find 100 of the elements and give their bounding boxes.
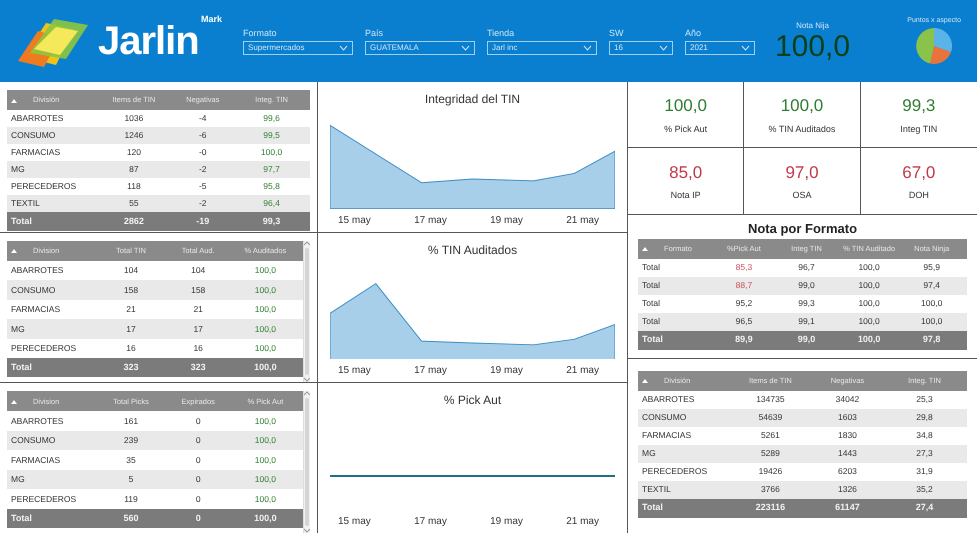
kpi-value: 100,0 <box>780 95 824 117</box>
table-cell: -4 <box>198 112 207 125</box>
table-cell: 1443 <box>838 447 857 460</box>
table-cell: MG <box>642 447 656 460</box>
scroll-up-icon[interactable] <box>304 240 310 246</box>
sort-icon[interactable] <box>11 249 17 254</box>
table-cell: 34,8 <box>916 429 933 442</box>
table-cell-text: Total <box>11 214 32 228</box>
table-cell: 1246 <box>124 129 144 142</box>
table-cell-text: 223116 <box>756 501 786 514</box>
table-cell: 5261 <box>760 429 780 442</box>
table-cell: TEXTIL <box>11 197 40 210</box>
kpi-value: 99,3 <box>902 95 936 117</box>
table-cell-text: 99,3 <box>262 214 280 228</box>
filter-dropdown[interactable]: 16 <box>609 40 673 55</box>
table-cell-text: Total <box>11 512 32 525</box>
axis-label: 21 may <box>566 364 599 378</box>
table-cell: 100,0 <box>254 414 276 428</box>
filter-dropdown[interactable]: GUATEMALA <box>365 40 475 55</box>
table-cell: 0 <box>196 454 201 466</box>
kpi-value: 67,0 <box>902 162 936 184</box>
filter-label: SW <box>609 27 624 40</box>
table-cell: CONSUMO <box>11 284 56 296</box>
table-cell: CONSUMO <box>642 411 686 424</box>
filter-dropdown[interactable]: Supermercados <box>243 40 353 55</box>
chevron-down-icon <box>339 44 348 51</box>
filter-label: País <box>365 27 384 40</box>
table-cell: 6203 <box>838 465 857 478</box>
scrollbar[interactable] <box>303 391 310 533</box>
table-cell: 120 <box>126 146 141 159</box>
sort-icon[interactable] <box>642 247 648 252</box>
table-cell: 96,4 <box>263 197 280 210</box>
table-cell: -2 <box>198 163 207 176</box>
chevron-down-icon <box>741 44 750 51</box>
axis-label: 15 may <box>338 214 371 228</box>
table-cell: FARMACIAS <box>11 146 60 159</box>
table-cell: 0 <box>196 414 201 428</box>
scroll-down-icon[interactable] <box>304 377 310 382</box>
table-cell: Total <box>642 279 660 292</box>
table-cell: PERECEDEROS <box>11 342 76 355</box>
table-cell: TEXTIL <box>642 483 671 496</box>
sort-icon[interactable] <box>642 379 648 384</box>
table-title: Nota por Formato <box>746 220 858 238</box>
table-cell: -2 <box>198 197 207 210</box>
filter-dropdown[interactable]: Jarl inc <box>487 40 597 55</box>
kpi-label: Nota IP <box>670 189 701 202</box>
table-cell: 99,6 <box>263 112 280 125</box>
kpi-label: OSA <box>792 189 812 202</box>
axis-label: 19 may <box>490 364 523 378</box>
table-cell: 100,0 <box>254 342 276 355</box>
table-cell: ABARROTES <box>11 264 64 277</box>
table-cell: 100,0 <box>254 454 276 466</box>
table-cell: 100,0 <box>254 434 276 447</box>
table-cell: 118 <box>127 180 141 193</box>
table-cell-text: Total <box>11 360 32 374</box>
chevron-down-icon <box>461 44 470 51</box>
table-cell: 99,5 <box>263 129 280 142</box>
table-cell-text: 323 <box>123 360 138 374</box>
kpi-value: 97,0 <box>785 162 819 184</box>
table-cell: -6 <box>198 129 207 142</box>
scroll-up-icon[interactable] <box>304 391 310 396</box>
kpi-value: 100,0 <box>664 95 707 117</box>
table-cell: 161 <box>124 414 138 428</box>
table-cell: PERECEDEROS <box>11 180 76 193</box>
table-cell: 100,0 <box>858 315 880 328</box>
table-cell-text: 61147 <box>835 501 860 514</box>
kpi-label: Integ TIN <box>900 122 938 136</box>
sort-icon[interactable] <box>11 98 17 103</box>
filter-label: Año <box>685 27 702 40</box>
table-cell-text: 100,0 <box>858 333 880 346</box>
kpi-label: % TIN Auditados <box>768 122 836 136</box>
table-cell: 239 <box>124 434 138 447</box>
axis-label: 17 may <box>414 515 447 530</box>
table-cell: 35,2 <box>916 483 933 496</box>
table-cell: 88,7 <box>736 279 752 292</box>
table-cell: 99,0 <box>798 279 815 292</box>
chart-title: Integridad del TIN <box>424 91 522 108</box>
table-cell: 97,4 <box>923 279 940 292</box>
axis-label: 15 may <box>338 364 371 378</box>
chart-title: % Pick Aut <box>442 392 502 410</box>
chevron-down-icon <box>583 44 592 51</box>
filter-dropdown[interactable]: 2021 <box>685 40 755 55</box>
table-cell: 5289 <box>760 447 780 460</box>
table-cell: 17 <box>126 322 136 336</box>
table-cell: 21 <box>126 303 136 316</box>
table-cell: 104 <box>191 264 206 277</box>
chart-title: % TIN Auditados <box>426 242 518 259</box>
axis-label: 17 may <box>414 364 447 378</box>
chevron-down-icon <box>659 44 668 51</box>
table-cell: 100,0 <box>254 303 276 316</box>
table-cell-text: Total <box>642 501 663 514</box>
kpi-label: DOH <box>908 189 929 202</box>
scrollbar[interactable] <box>303 240 310 382</box>
table-cell: 100,0 <box>858 279 880 292</box>
table-cell: FARMACIAS <box>642 429 692 442</box>
table-cell: -5 <box>198 180 207 193</box>
kpi-value: 85,0 <box>669 162 702 184</box>
table-cell: MG <box>11 163 25 176</box>
sort-icon[interactable] <box>11 400 17 404</box>
table-cell: 54639 <box>758 411 782 424</box>
